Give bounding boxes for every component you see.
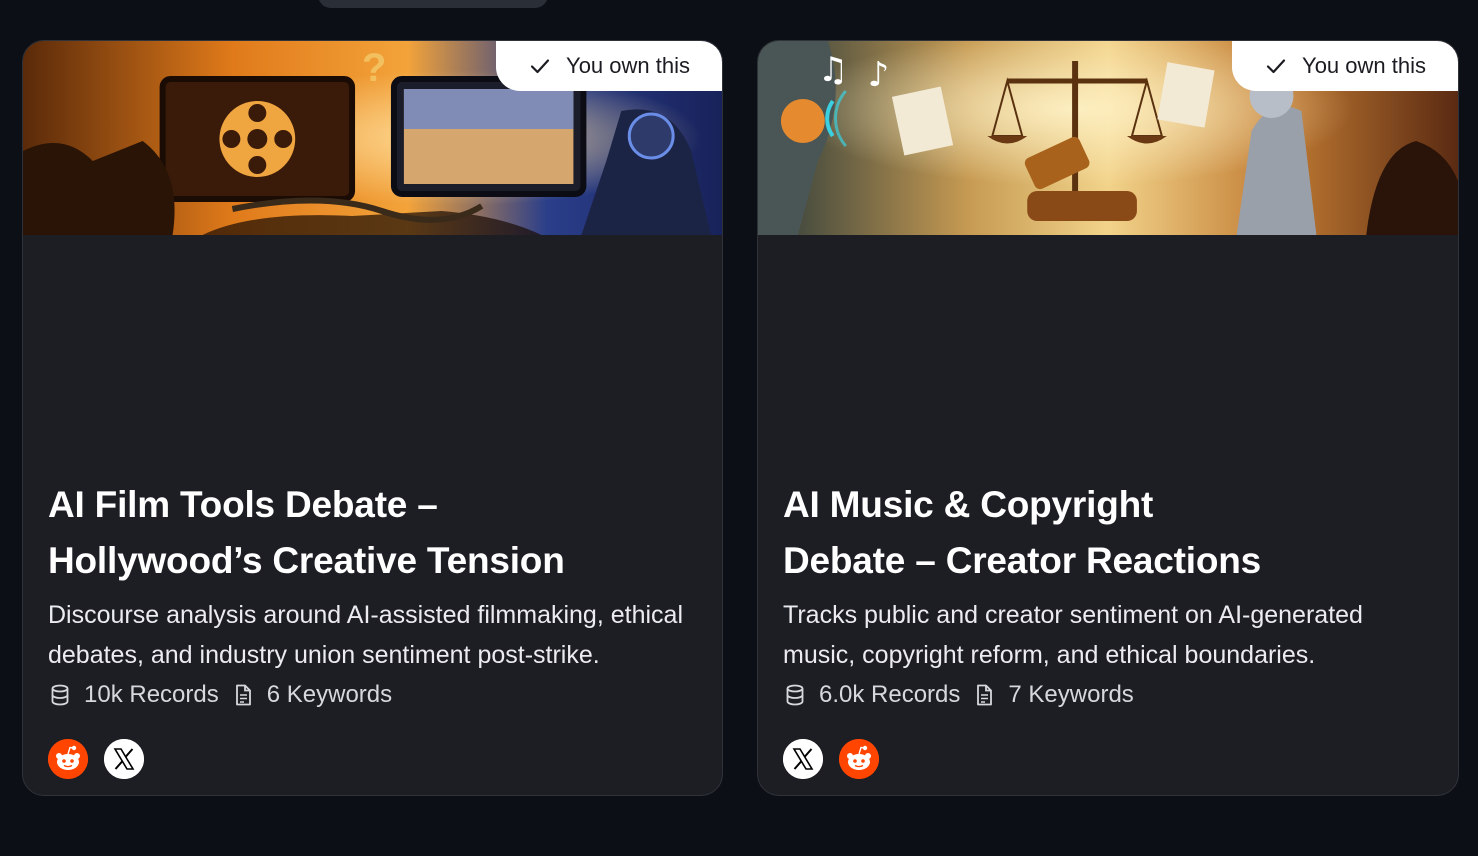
records-stat: 10k Records bbox=[48, 681, 219, 709]
keywords-count: 6 Keywords bbox=[266, 681, 393, 708]
dataset-card-ai-film[interactable]: ? You own this AI Film Tools Debate – Ho… bbox=[22, 40, 723, 796]
check-icon bbox=[1266, 59, 1286, 74]
card-title-line2: Debate – Creator Reactions bbox=[783, 540, 1262, 581]
card-title-line1: AI Film Tools Debate – bbox=[48, 484, 438, 525]
card-title: AI Film Tools Debate – Hollywood’s Creat… bbox=[48, 477, 682, 589]
card-banner-image: ? You own this bbox=[23, 41, 722, 235]
dataset-card-ai-music[interactable]: ♫ ♪ You own this AI Music & Copyright De… bbox=[757, 40, 1459, 796]
x-icon[interactable] bbox=[783, 739, 823, 779]
card-title-line1: AI Music & Copyright bbox=[783, 484, 1154, 525]
card-description: Tracks public and creator sentiment on A… bbox=[783, 601, 1363, 669]
owned-badge: You own this bbox=[1232, 41, 1458, 91]
records-count: 10k Records bbox=[84, 681, 219, 708]
svg-text:♫: ♫ bbox=[818, 50, 848, 90]
source-icons bbox=[783, 739, 879, 779]
source-icons bbox=[48, 739, 144, 779]
svg-text:?: ? bbox=[362, 46, 386, 90]
keywords-stat: 6 Keywords bbox=[231, 681, 392, 709]
svg-text:♪: ♪ bbox=[868, 55, 890, 95]
card-stats: 6.0k Records 7 Keywords bbox=[783, 681, 1134, 709]
keywords-count: 7 Keywords bbox=[1008, 681, 1134, 708]
keywords-stat: 7 Keywords bbox=[972, 681, 1134, 709]
owned-badge: You own this bbox=[496, 41, 722, 91]
x-icon[interactable] bbox=[104, 739, 144, 779]
card-title-line2: Hollywood’s Creative Tension bbox=[48, 540, 565, 581]
reddit-icon[interactable] bbox=[839, 739, 879, 779]
card-banner-image: ♫ ♪ You own this bbox=[758, 41, 1458, 235]
top-tab-pill[interactable] bbox=[318, 0, 548, 8]
card-stats: 10k Records 6 Keywords bbox=[48, 681, 392, 709]
document-icon bbox=[235, 684, 251, 706]
document-icon bbox=[977, 684, 993, 706]
owned-label: You own this bbox=[1302, 53, 1426, 78]
owned-label: You own this bbox=[566, 53, 690, 78]
database-icon bbox=[51, 684, 69, 706]
check-icon bbox=[530, 59, 550, 74]
reddit-icon[interactable] bbox=[48, 739, 88, 779]
database-icon bbox=[786, 684, 804, 706]
card-description: Discourse analysis around AI-assisted fi… bbox=[48, 601, 683, 669]
card-title: AI Music & Copyright Debate – Creator Re… bbox=[783, 477, 1418, 589]
records-count: 6.0k Records bbox=[819, 681, 961, 708]
records-stat: 6.0k Records bbox=[783, 681, 960, 709]
